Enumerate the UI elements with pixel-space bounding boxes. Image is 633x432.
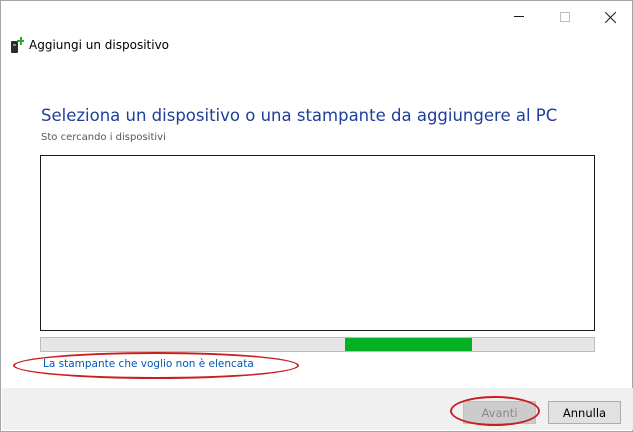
add-device-window: Aggiungi un dispositivo Seleziona un dis…: [0, 0, 633, 432]
device-list[interactable]: [40, 155, 595, 331]
window-title: Aggiungi un dispositivo: [29, 38, 170, 52]
search-status: Sto cercando i dispositivi: [41, 132, 166, 143]
minimize-button[interactable]: [496, 2, 542, 31]
close-button[interactable]: [588, 2, 633, 31]
add-device-icon: [10, 37, 24, 53]
next-button[interactable]: Avanti: [463, 401, 536, 424]
page-heading: Seleziona un dispositivo o una stampante…: [41, 106, 558, 125]
search-progress-bar: [40, 337, 595, 352]
maximize-icon: [560, 11, 570, 22]
maximize-button: [542, 2, 588, 31]
progress-fill: [345, 338, 473, 351]
close-icon: [605, 11, 617, 23]
printer-not-listed-link[interactable]: La stampante che voglio non è elencata: [43, 358, 254, 370]
cancel-button[interactable]: Annulla: [548, 401, 621, 424]
minimize-icon: [514, 16, 524, 17]
footer-bar: [2, 388, 633, 430]
title-bar: Aggiungi un dispositivo: [10, 37, 169, 53]
